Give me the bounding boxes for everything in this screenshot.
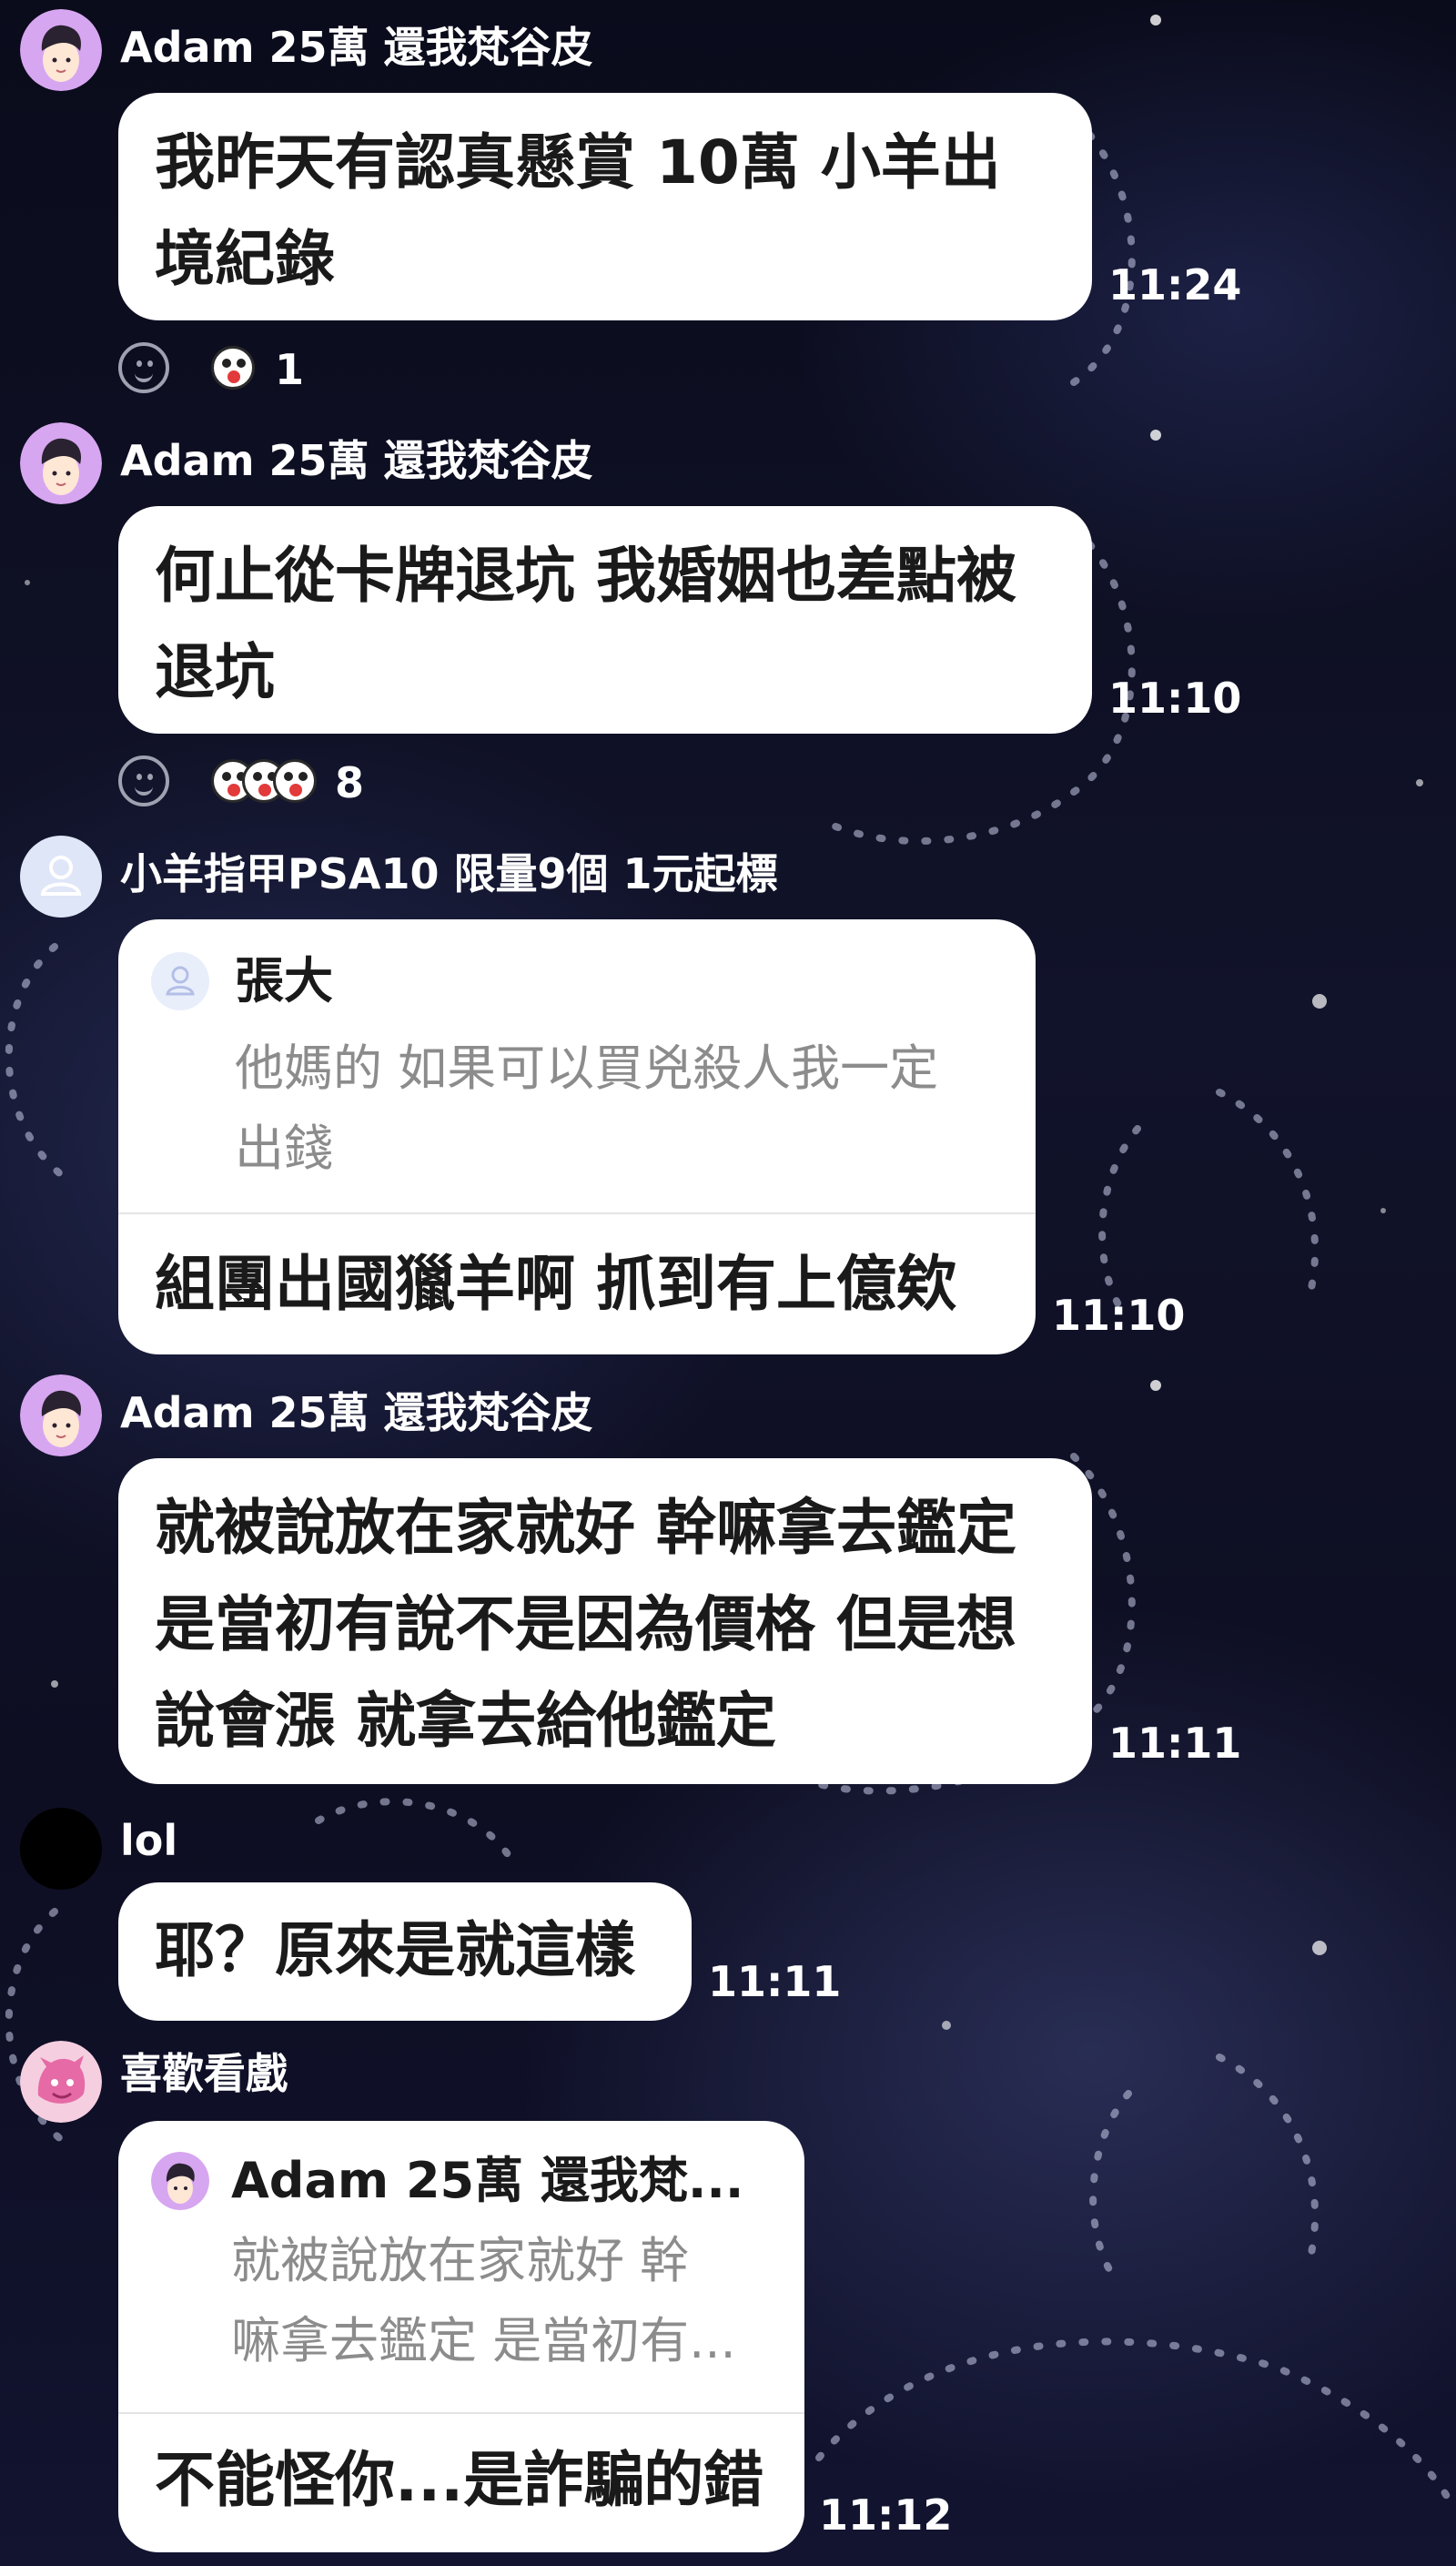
cartoon-man-avatar-icon [20,9,102,91]
timestamp: 11:10 [1052,1291,1186,1340]
message-text: 何止從卡牌退坑 我婚姻也差點被 退坑 [155,541,1016,707]
divider [118,2412,804,2414]
black-circle-avatar [20,1808,102,1890]
sender-name: Adam 25萬 還我梵谷皮 [120,436,593,485]
quoted-message-text: 就被說放在家就好 幹 嘛拿去鑑定 是當初有... [231,2232,736,2369]
message-text: 耶？原來是就這樣 [155,1915,635,1985]
avatar[interactable] [20,2041,102,2123]
timestamp: 11:11 [1108,1719,1242,1768]
avatar[interactable] [20,1808,102,1890]
message-text: 就被說放在家就好 幹嘛拿去鑑定 是當初有說不是因為價格 但是想 說會漲 就拿去給… [155,1493,1016,1756]
message-text: 組團出國獵羊啊 抓到有上億欸 [155,1249,956,1319]
avatar[interactable] [20,1374,102,1456]
reply-bubble[interactable]: Adam 25萬 還我梵... 就被說放在家就好 幹 嘛拿去鑑定 是當初有...… [118,2121,804,2552]
avatar[interactable] [20,422,102,504]
pink-character-avatar [20,2041,102,2123]
message-bubble[interactable]: 何止從卡牌退坑 我婚姻也差點被 退坑 [118,506,1092,734]
timestamp: 11:12 [819,2490,953,2540]
chat-room: Adam 25萬 還我梵谷皮 我昨天有認真懸賞 10萬 小羊出 境紀錄 11:2… [0,0,1456,2566]
message-text: 我昨天有認真懸賞 10萬 小羊出 境紀錄 [155,127,1001,294]
message-bubble[interactable]: 我昨天有認真懸賞 10萬 小羊出 境紀錄 [118,93,1092,320]
sender-name: Adam 25萬 還我梵谷皮 [120,23,593,72]
quoted-sender-name: Adam 25萬 還我梵... [231,2152,744,2209]
avatar[interactable] [20,9,102,91]
sender-name: 小羊指甲PSA10 限量9個 1元起標 [120,849,778,898]
sender-name: lol [120,1816,178,1865]
reply-bubble[interactable]: 張大 他媽的 如果可以買兇殺人我一定 出錢 組團出國獵羊啊 抓到有上億欸 [118,919,1036,1354]
divider [118,1212,1036,1214]
avatar[interactable] [20,836,102,918]
quote-avatar [151,952,209,1010]
add-reaction-icon[interactable] [118,756,169,806]
sender-name: 喜歡看戲 [120,2049,288,2098]
quoted-message-text: 他媽的 如果可以買兇殺人我一定 出錢 [235,1040,939,1177]
laughing-emoji-icon[interactable] [273,759,317,803]
message-bubble[interactable]: 耶？原來是就這樣 [118,1882,692,2021]
default-user-icon [40,856,82,896]
message-text: 不能怪你...是詐騙的錯 [155,2445,764,2515]
reaction-count: 8 [335,758,365,807]
timestamp: 11:11 [708,1957,842,2006]
timestamp: 11:24 [1108,260,1242,309]
message-bubble[interactable]: 就被說放在家就好 幹嘛拿去鑑定 是當初有說不是因為價格 但是想 說會漲 就拿去給… [118,1458,1092,1784]
surprised-emoji-icon[interactable] [211,346,255,390]
add-reaction-icon[interactable] [118,342,169,393]
timestamp: 11:10 [1108,674,1242,723]
quote-avatar [151,2152,209,2210]
cartoon-man-avatar-icon [151,2152,209,2210]
reaction-count: 1 [275,345,305,394]
quoted-sender-name: 張大 [235,952,333,1009]
cartoon-man-avatar-icon [20,422,102,504]
sender-name: Adam 25萬 還我梵谷皮 [120,1388,593,1437]
cartoon-man-avatar-icon [20,1374,102,1456]
default-user-icon [166,966,195,996]
